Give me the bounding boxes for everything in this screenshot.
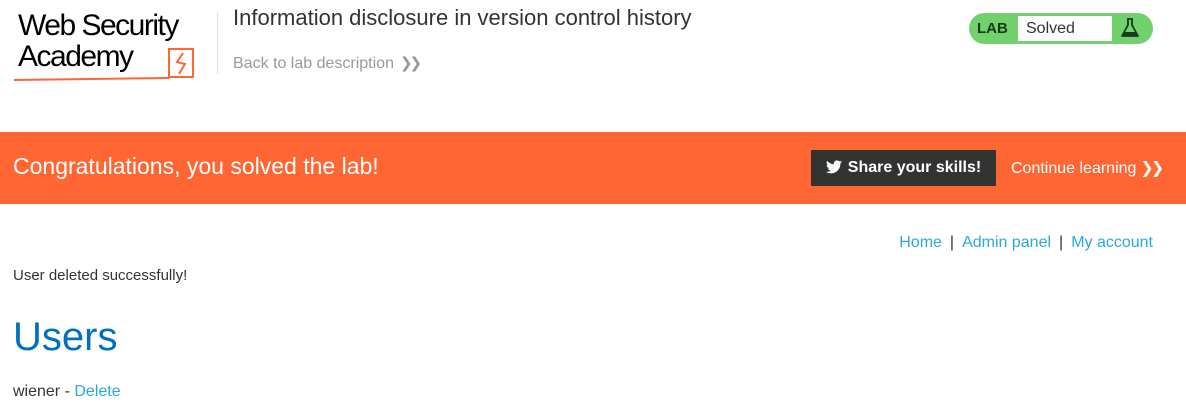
lab-header: Web Security Academy Information disclos… [0,0,1186,132]
twitter-bird-icon [825,160,842,174]
lab-status-badge: LAB Solved [969,13,1153,44]
nav-separator: | [949,234,955,251]
flask-icon [1121,18,1139,37]
logo-underline [14,77,170,81]
home-link[interactable]: Home [899,234,942,251]
lab-status-text: Solved [1026,20,1075,37]
lab-label: LAB [977,20,1008,37]
admin-panel-link[interactable]: Admin panel [962,234,1051,251]
account-nav: Home | Admin panel | My account [899,234,1153,252]
logo-line1: Web Security [18,9,179,42]
double-chevron-right-icon: ❯❯ [1140,160,1164,177]
share-button-label: Share your skills! [847,159,982,176]
logo-line2: Academy [18,40,134,73]
header-divider [217,12,218,74]
share-your-skills-button[interactable]: Share your skills! [811,150,996,186]
my-account-link[interactable]: My account [1071,234,1153,251]
back-link-label: Back to lab description [233,55,394,72]
congratulations-message: Congratulations, you solved the lab! [13,153,379,179]
solved-banner: Congratulations, you solved the lab! Sha… [0,132,1186,204]
back-to-lab-description-link[interactable]: Back to lab description ❯❯ [233,54,422,73]
nav-separator: | [1059,234,1064,251]
status-box: Solved [1017,15,1113,42]
user-row: wiener - Delete [13,383,121,401]
delete-user-link[interactable]: Delete [74,383,120,400]
double-chevron-right-icon: ❯❯ [399,55,422,72]
web-security-academy-logo[interactable]: Web Security Academy [14,10,218,85]
user-name: wiener [13,383,61,400]
continue-learning-label: Continue learning [1011,160,1137,177]
status-message: User deleted successfully! [13,267,188,284]
lab-title: Information disclosure in version contro… [233,5,692,30]
page-title: Users [13,315,118,359]
user-separator: - [64,383,70,400]
continue-learning-link[interactable]: Continue learning ❯❯ [1011,158,1164,178]
